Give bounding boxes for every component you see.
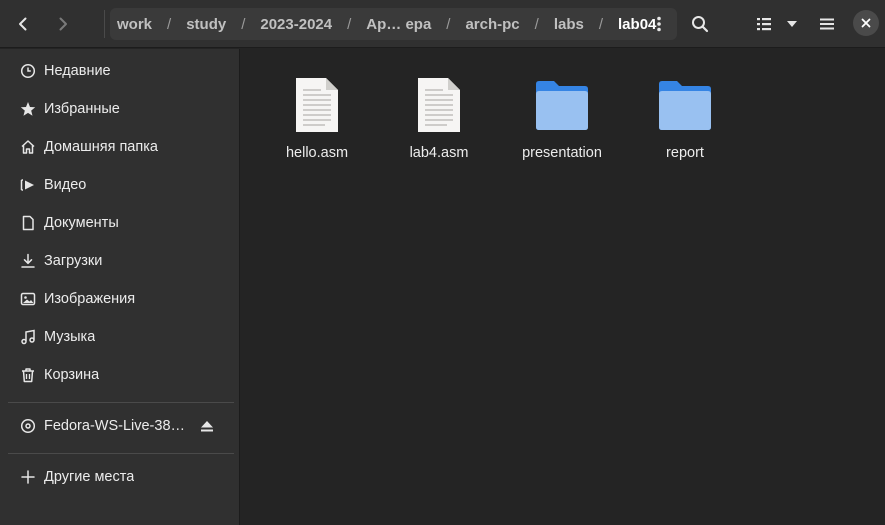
- breadcrumb-separator: /: [241, 15, 246, 33]
- file-view: hello.asm lab4.asm presentation report: [241, 49, 885, 525]
- disc-icon: [19, 417, 37, 435]
- sidebar-item-label: Музыка: [44, 329, 96, 345]
- sidebar-divider: [8, 453, 234, 454]
- home-icon: [19, 138, 37, 156]
- breadcrumb-work[interactable]: work: [116, 16, 153, 33]
- folder-item[interactable]: presentation: [507, 73, 617, 183]
- main-menu-button[interactable]: [810, 8, 844, 40]
- image-icon: [19, 290, 37, 308]
- vertical-dots-icon: [657, 16, 661, 32]
- music-icon: [19, 328, 37, 346]
- breadcrumb-arch-pc[interactable]: arch-pc: [464, 16, 520, 33]
- sidebar-divider: [8, 402, 234, 403]
- sidebar-item-label: Другие места: [44, 469, 135, 485]
- triangle-down-icon: [787, 21, 797, 27]
- sidebar-item-label: Недавние: [44, 63, 111, 79]
- chevron-left-icon: [19, 17, 27, 31]
- breadcrumb: work / study / 2023-2024 / Ар… ера / arc…: [116, 8, 657, 40]
- file-name: lab4.asm: [409, 145, 469, 161]
- sidebar-item-label: Документы: [44, 215, 119, 231]
- sidebar-item-label: Видео: [44, 177, 87, 193]
- view-toggle-button[interactable]: [747, 8, 781, 40]
- sidebar-item-label: Fedora-WS-Live-38…: [44, 418, 186, 434]
- file-name: report: [666, 145, 704, 161]
- text-file-icon: [407, 73, 471, 137]
- folder-icon: [530, 73, 594, 137]
- file-item[interactable]: hello.asm: [262, 73, 372, 183]
- path-menu-button[interactable]: [647, 12, 671, 36]
- sidebar-item-device[interactable]: Fedora-WS-Live-38…: [8, 408, 234, 444]
- trash-icon: [19, 366, 37, 384]
- file-item[interactable]: lab4.asm: [384, 73, 494, 183]
- clock-icon: [19, 62, 37, 80]
- sidebar-item-other-locations[interactable]: Другие места: [8, 459, 234, 495]
- download-icon: [19, 252, 37, 270]
- close-icon: [861, 18, 871, 28]
- sidebar-item-label: Корзина: [44, 367, 100, 383]
- folder-icon: [653, 73, 717, 137]
- search-icon: [692, 16, 709, 33]
- sidebar-item-downloads[interactable]: Загрузки: [8, 243, 234, 279]
- sidebar-item-documents[interactable]: Документы: [8, 205, 234, 241]
- breadcrumb-labs[interactable]: labs: [553, 16, 585, 33]
- text-file-icon: [285, 73, 349, 137]
- breadcrumb-separator: /: [347, 15, 352, 33]
- breadcrumb-separator: /: [446, 15, 451, 33]
- sidebar-item-label: Избранные: [44, 101, 120, 117]
- header-bar: work / study / 2023-2024 / Ар… ера / arc…: [0, 0, 885, 48]
- sidebar-item-trash[interactable]: Корзина: [8, 357, 234, 393]
- sidebar-item-home[interactable]: Домашняя папка: [8, 129, 234, 165]
- breadcrumb-architecture[interactable]: Ар… ера: [365, 16, 432, 33]
- close-button[interactable]: [853, 10, 879, 36]
- breadcrumb-separator: /: [167, 15, 172, 33]
- sidebar-item-label: Изображения: [44, 291, 136, 307]
- file-name: presentation: [522, 145, 602, 161]
- sidebar-item-label: Загрузки: [44, 253, 103, 269]
- sidebar-item-starred[interactable]: Избранные: [8, 91, 234, 127]
- sidebar-item-label: Домашняя папка: [44, 139, 158, 155]
- breadcrumb-separator: /: [534, 15, 539, 33]
- view-options-dropdown[interactable]: [781, 8, 803, 40]
- document-icon: [19, 214, 37, 232]
- list-view-icon: [757, 18, 771, 31]
- folder-item[interactable]: report: [630, 73, 740, 183]
- forward-button[interactable]: [46, 8, 80, 40]
- sidebar-item-recent[interactable]: Недавние: [8, 53, 234, 89]
- sidebar-item-music[interactable]: Музыка: [8, 319, 234, 355]
- file-name: hello.asm: [285, 145, 349, 161]
- plus-icon: [19, 468, 37, 486]
- sidebar: Недавние Избранные Домашняя папка Видео …: [0, 49, 240, 525]
- back-button[interactable]: [6, 8, 40, 40]
- breadcrumb-separator: /: [598, 15, 604, 33]
- breadcrumb-2023-2024[interactable]: 2023-2024: [259, 16, 333, 33]
- sidebar-item-pictures[interactable]: Изображения: [8, 281, 234, 317]
- eject-button[interactable]: [198, 417, 216, 435]
- hamburger-menu-icon: [820, 18, 834, 30]
- header-divider: [104, 10, 105, 38]
- search-button[interactable]: [683, 8, 717, 40]
- breadcrumb-study[interactable]: study: [185, 16, 227, 33]
- eject-icon: [201, 421, 213, 432]
- star-icon: [19, 100, 37, 118]
- video-icon: [19, 176, 37, 194]
- sidebar-item-videos[interactable]: Видео: [8, 167, 234, 203]
- chevron-right-icon: [59, 17, 67, 31]
- path-bar: work / study / 2023-2024 / Ар… ера / arc…: [110, 8, 677, 40]
